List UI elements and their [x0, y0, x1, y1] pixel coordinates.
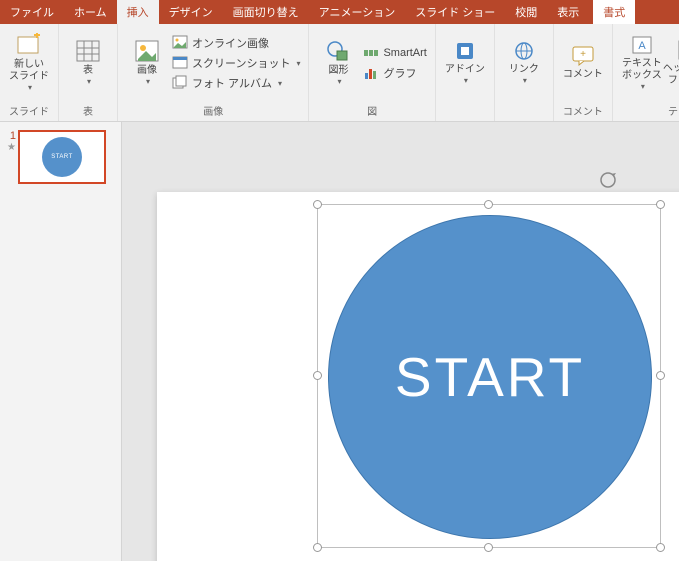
smartart-button[interactable]: SmartArt	[361, 44, 428, 62]
photo-album-label: フォト アルバム	[192, 75, 272, 91]
addins-button[interactable]: アドイン	[442, 28, 488, 98]
addins-icon	[454, 40, 476, 62]
group-illustrations: 図形 SmartArt グラフ 図	[309, 24, 435, 121]
group-slides: 新しい スライド スライド	[0, 24, 59, 121]
header-footer-button[interactable]: ヘッダーと フッター	[665, 28, 679, 98]
screenshot-button[interactable]: スクリーンショット	[170, 54, 302, 72]
group-tables: 表 表	[59, 24, 118, 121]
group-addins: アドイン アドイン	[436, 24, 495, 121]
circle-shape-text[interactable]: START	[395, 345, 585, 409]
table-icon	[75, 39, 101, 63]
comment-button[interactable]: + コメント	[560, 28, 606, 98]
new-slide-icon	[16, 33, 42, 57]
group-comments-label: コメント	[554, 102, 612, 121]
thumbnail-animation-marker: ★	[6, 143, 18, 153]
thumbnail-panel[interactable]: 1 ★ START	[0, 122, 122, 561]
svg-text:A: A	[638, 40, 646, 52]
workspace: 1 ★ START START	[0, 122, 679, 561]
comment-label: コメント	[563, 69, 603, 81]
group-links: リンク リンク	[495, 24, 554, 121]
picture-icon	[134, 39, 160, 63]
resize-handle-tr[interactable]	[656, 200, 665, 209]
resize-handle-l[interactable]	[313, 371, 322, 380]
rotation-handle[interactable]	[598, 170, 618, 190]
resize-handle-b[interactable]	[484, 543, 493, 552]
slide-canvas-area[interactable]: START	[122, 122, 679, 561]
online-pictures-icon	[172, 35, 188, 51]
resize-handle-t[interactable]	[484, 200, 493, 209]
group-images: 画像 オンライン画像 スクリーンショット フォト アルバム 画像	[118, 24, 309, 121]
screenshot-icon	[172, 55, 188, 71]
shape-selection-box[interactable]: START	[317, 204, 661, 548]
screenshot-label: スクリーンショット	[192, 55, 290, 71]
textbox-label: テキスト ボックス	[622, 58, 662, 82]
resize-handle-br[interactable]	[656, 543, 665, 552]
resize-handle-bl[interactable]	[313, 543, 322, 552]
textbox-button[interactable]: A テキスト ボックス	[619, 28, 665, 98]
thumbnail-shape-text: START	[51, 154, 73, 160]
tab-slideshow[interactable]: スライド ショー	[405, 0, 505, 24]
group-comments: + コメント コメント	[554, 24, 613, 121]
tab-home[interactable]: ホーム	[64, 0, 117, 24]
chart-label: グラフ	[383, 65, 416, 81]
links-button[interactable]: リンク	[501, 28, 547, 98]
shapes-icon	[325, 39, 351, 63]
resize-handle-r[interactable]	[656, 371, 665, 380]
thumbnail-slide-1[interactable]: 1 ★ START	[6, 130, 115, 184]
new-slide-button[interactable]: 新しい スライド	[6, 28, 52, 98]
textbox-icon: A	[631, 34, 653, 56]
shapes-label: 図形	[328, 65, 348, 77]
online-pictures-label: オンライン画像	[192, 35, 269, 51]
resize-handle-tl[interactable]	[313, 200, 322, 209]
table-button[interactable]: 表	[65, 28, 111, 98]
tab-file[interactable]: ファイル	[0, 0, 64, 24]
smartart-icon	[363, 45, 379, 61]
thumbnail-number: 1	[6, 130, 18, 142]
svg-text:+: +	[580, 49, 586, 60]
tab-review[interactable]: 校閲	[505, 0, 547, 24]
addins-label: アドイン	[445, 64, 485, 76]
photo-album-icon	[172, 75, 188, 91]
thumbnail-shape: START	[42, 137, 82, 177]
tab-animations[interactable]: アニメーション	[309, 0, 406, 24]
link-icon	[513, 40, 535, 62]
pictures-button[interactable]: 画像	[124, 28, 170, 98]
tab-format[interactable]: 書式	[593, 0, 635, 24]
group-text: A テキスト ボックス ヘッダーと フッター A ワード アート テキスト	[613, 24, 679, 121]
links-label: リンク	[509, 64, 539, 76]
tab-insert[interactable]: 挿入	[117, 0, 159, 24]
smartart-label: SmartArt	[383, 47, 426, 59]
shapes-button[interactable]: 図形	[315, 28, 361, 98]
tab-design[interactable]: デザイン	[159, 0, 223, 24]
group-illustrations-label: 図	[309, 102, 434, 121]
group-tables-label: 表	[59, 102, 117, 121]
group-slides-label: スライド	[0, 102, 58, 121]
group-images-label: 画像	[118, 102, 308, 121]
tab-transitions[interactable]: 画面切り替え	[223, 0, 309, 24]
thumbnail-preview[interactable]: START	[18, 130, 106, 184]
photo-album-button[interactable]: フォト アルバム	[170, 74, 302, 92]
chart-button[interactable]: グラフ	[361, 64, 428, 82]
new-slide-label: 新しい スライド	[9, 59, 49, 83]
chart-icon	[363, 65, 379, 81]
ribbon: 新しい スライド スライド 表 表 画像 オンライン画像	[0, 24, 679, 122]
table-label: 表	[83, 65, 93, 77]
tab-view[interactable]: 表示	[547, 0, 589, 24]
online-pictures-button[interactable]: オンライン画像	[170, 34, 302, 52]
pictures-label: 画像	[137, 65, 157, 77]
group-text-label: テキスト	[613, 102, 679, 121]
header-footer-label: ヘッダーと フッター	[663, 63, 679, 87]
comment-icon: +	[571, 45, 595, 67]
ribbon-tabs: ファイル ホーム 挿入 デザイン 画面切り替え アニメーション スライド ショー…	[0, 0, 679, 24]
circle-shape[interactable]: START	[328, 215, 652, 539]
